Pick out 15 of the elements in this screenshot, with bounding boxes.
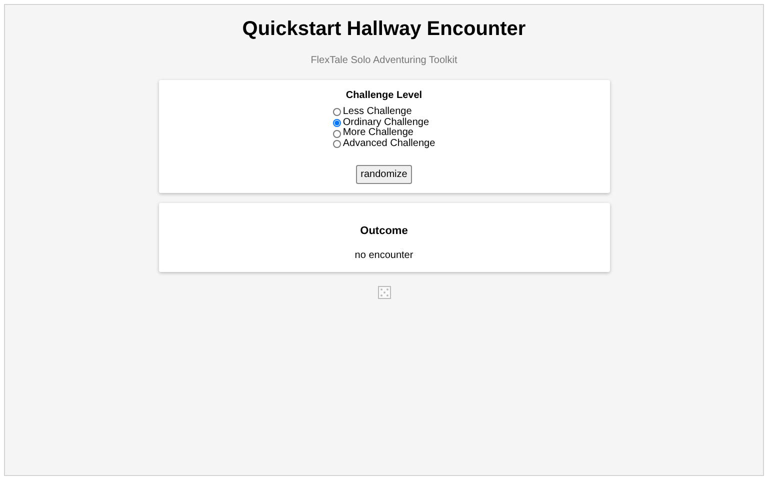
option-label[interactable]: Less Challenge: [342, 107, 412, 118]
page-subtitle: FlexTale Solo Adventuring Toolkit: [310, 54, 458, 68]
section-heading: Challenge Level: [346, 89, 422, 103]
option-label[interactable]: Ordinary Challenge: [342, 118, 430, 128]
page-title: Quickstart Hallway Encounter: [242, 17, 526, 41]
radio-button[interactable]: [332, 130, 341, 138]
randomize-button[interactable]: randomize: [356, 164, 412, 184]
outcome-text: no encounter: [354, 249, 414, 264]
dice-icon: [378, 286, 390, 300]
option-label[interactable]: Advanced Challenge: [342, 139, 436, 150]
radio-button[interactable]: [332, 108, 341, 116]
option-label[interactable]: More Challenge: [342, 128, 414, 140]
radio-button[interactable]: [332, 140, 341, 148]
radio-button[interactable]: [332, 119, 341, 128]
section-heading: Outcome: [360, 224, 408, 239]
